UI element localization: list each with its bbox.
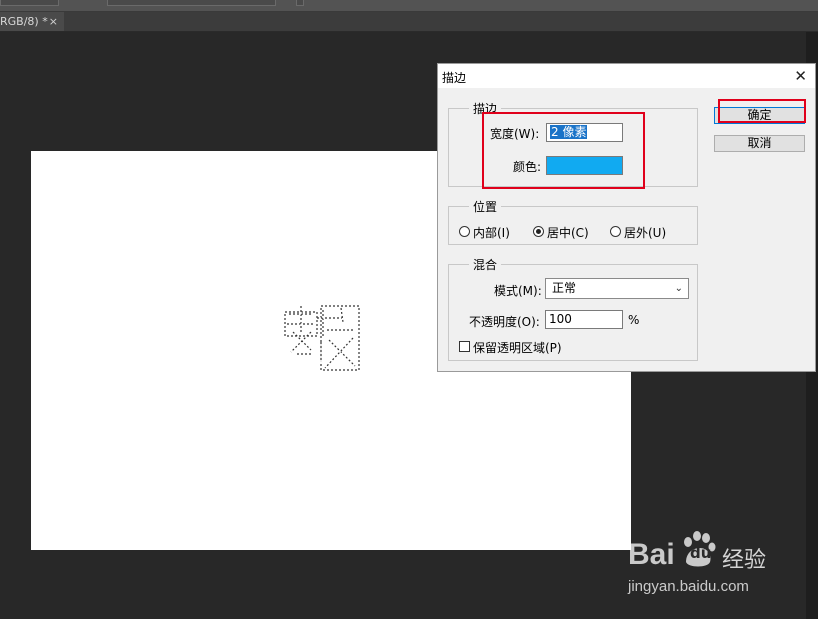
close-icon[interactable]: ×: [49, 12, 58, 31]
radio-center-label: 居中(C): [547, 226, 589, 240]
dialog-titlebar: 描边 ✕: [438, 64, 815, 88]
watermark: Bai du 经验 jingyan.baidu.com: [628, 530, 808, 610]
annotation-highlight: [718, 99, 806, 123]
watermark-brand-du: du: [690, 544, 712, 562]
options-field[interactable]: [107, 0, 276, 6]
radio-outside-label: 居外(U): [624, 226, 667, 240]
options-bar: [0, 0, 818, 12]
mode-label: 模式(M):: [494, 284, 542, 298]
annotation-highlight: [482, 112, 645, 189]
close-icon[interactable]: ✕: [794, 67, 807, 85]
dialog-title: 描边: [442, 71, 467, 85]
radio-center[interactable]: [533, 226, 544, 237]
opacity-unit: %: [628, 313, 640, 327]
watermark-brand: Bai: [628, 538, 675, 571]
preserve-transparency-label: 保留透明区域(P): [473, 341, 562, 355]
radio-inside-label: 内部(I): [473, 226, 510, 240]
document-tab-strip: RGB/8) * ×: [0, 12, 818, 32]
selection-marquee-icon: [284, 305, 360, 371]
mode-select[interactable]: 正常 ⌄: [545, 278, 689, 299]
opacity-value: 100: [549, 312, 572, 326]
radio-outside[interactable]: [610, 226, 621, 237]
radio-inside[interactable]: [459, 226, 470, 237]
options-toggle[interactable]: [296, 0, 304, 6]
opacity-label: 不透明度(O):: [469, 315, 540, 329]
document-tab-title: RGB/8) *: [0, 15, 48, 28]
stroke-dialog: 描边 ✕ 描边 宽度(W): 2 像素 颜色: 位置 内部(I) 居中(C) 居…: [437, 63, 816, 372]
opacity-input[interactable]: 100: [545, 310, 623, 329]
mode-value: 正常: [552, 281, 577, 295]
blend-group-legend: 混合: [473, 258, 498, 272]
options-field[interactable]: [0, 0, 59, 6]
position-group-legend: 位置: [473, 200, 498, 214]
document-tab[interactable]: RGB/8) * ×: [0, 12, 64, 31]
cancel-button[interactable]: 取消: [714, 135, 805, 152]
preserve-transparency-checkbox[interactable]: [459, 341, 470, 352]
watermark-product: 经验: [722, 548, 767, 573]
watermark-url: jingyan.baidu.com: [628, 578, 749, 595]
chevron-down-icon: ⌄: [674, 283, 683, 294]
